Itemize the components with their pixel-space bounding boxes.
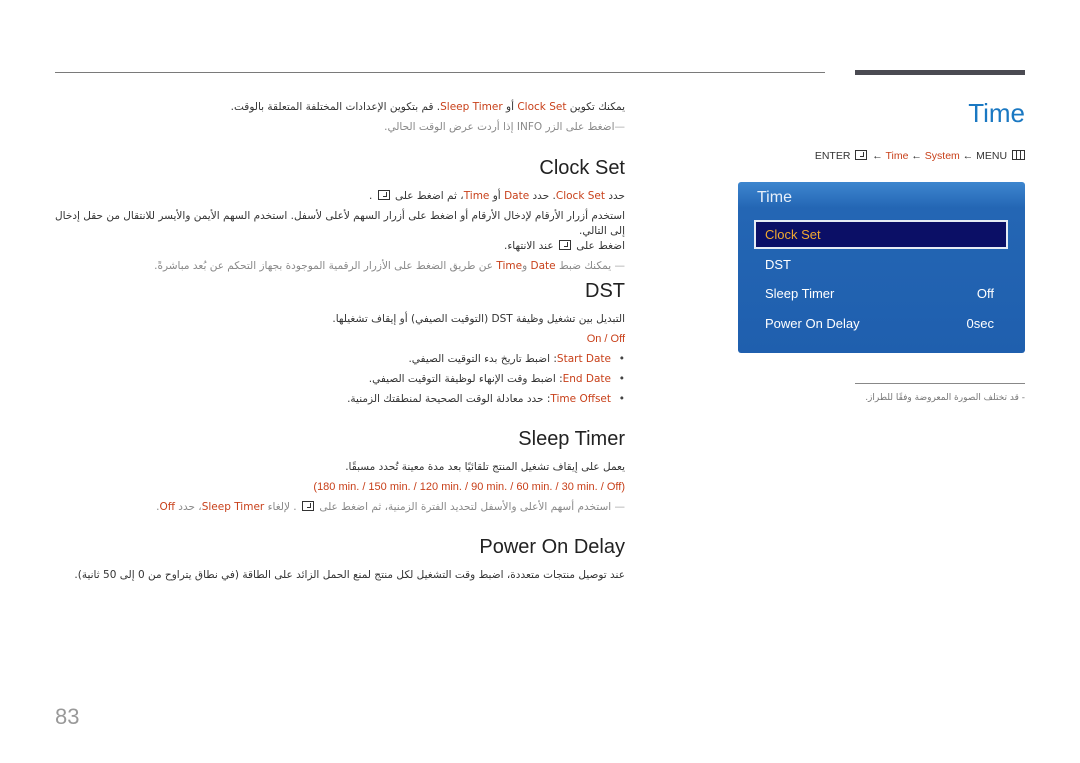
osd-item-value: Off — [976, 286, 994, 301]
dst-options: On / Off — [586, 333, 625, 345]
clock-set-step-1: حدد Clock Set. حدد Date أو Time، ثم اضغط… — [368, 190, 625, 202]
arrow-icon: ← — [911, 150, 922, 162]
clock-set-section: حدد Clock Set. حدد Date أو Time، ثم اضغط… — [45, 186, 625, 276]
osd-time-menu: Time Clock Set DST Sleep Timer Off Power… — [738, 182, 1025, 353]
dst-bullets: Start Date: اضبط تاريخ بدء التوقيت الصيف… — [45, 349, 625, 409]
nav-time: Time — [885, 150, 909, 162]
osd-item-label: Clock Set — [765, 227, 821, 242]
osd-item-clock-set[interactable]: Clock Set — [754, 220, 1008, 249]
header-accent-bar — [855, 70, 1025, 75]
arrow-icon: ← — [962, 150, 974, 162]
heading-sleep-timer: Sleep Timer — [518, 428, 625, 450]
menu-navigation-path: ENTER ← Time ← System ← MENU — [815, 150, 1025, 162]
heading-dst: DST — [585, 280, 625, 302]
osd-item-label: Power On Delay — [765, 316, 860, 331]
sleep-timer-description: يعمل على إيقاف تشغيل المنتج تلقائيًا بعد… — [345, 461, 625, 473]
bullet-time-offset: Time Offset: حدد معادلة الوقت الصحيحة لم… — [45, 389, 625, 409]
intro-section: يمكنك تكوين Clock Set أو Sleep Timer. قم… — [45, 97, 625, 137]
osd-title: Time — [757, 189, 792, 206]
bullet-end-date: End Date: اضبط وقت الإنهاء لوظيفة التوقي… — [45, 369, 625, 389]
section-title: Time — [968, 98, 1025, 128]
intro-paragraph: يمكنك تكوين Clock Set أو Sleep Timer. قم… — [230, 101, 625, 113]
info-note: اضغط على الزر INFO إذا أردت عرض الوقت ال… — [45, 117, 625, 137]
bullet-start-date: Start Date: اضبط تاريخ بدء التوقيت الصيف… — [45, 349, 625, 369]
power-on-delay-description: عند توصيل منتجات متعددة، اضبط وقت التشغي… — [74, 569, 625, 581]
model-disclaimer-note: - قد تختلف الصورة المعروضة وفقًا للطراز. — [865, 393, 1025, 403]
osd-item-label: DST — [765, 257, 791, 272]
osd-item-sleep-timer[interactable]: Sleep Timer Off — [754, 281, 1008, 307]
dst-section: التبديل بين تشغيل وظيفة DST (التوقيت الص… — [45, 309, 625, 409]
sleep-timer-section: يعمل على إيقاف تشغيل المنتج تلقائيًا بعد… — [45, 457, 625, 517]
heading-clock-set: Clock Set — [539, 157, 625, 179]
menu-icon — [1012, 150, 1025, 160]
enter-icon — [301, 501, 314, 511]
link-sleep-timer: Sleep Timer — [440, 101, 503, 113]
sleep-timer-note: استخدم أسهم الأعلى والأسفل لتحديد الفترة… — [45, 497, 625, 517]
nav-enter-label: ENTER — [814, 150, 851, 162]
arrow-icon: ← — [872, 150, 883, 162]
osd-item-value: 0sec — [966, 316, 994, 331]
nav-menu: MENU — [976, 150, 1008, 162]
power-on-delay-section: عند توصيل منتجات متعددة، اضبط وقت التشغي… — [45, 565, 625, 585]
sleep-timer-options: (180 min. / 150 min. / 120 min. / 90 min… — [313, 481, 625, 493]
dst-description: التبديل بين تشغيل وظيفة DST (التوقيت الص… — [332, 313, 625, 325]
osd-item-label: Sleep Timer — [765, 286, 835, 301]
enter-icon — [377, 190, 390, 200]
heading-power-on-delay: Power On Delay — [479, 536, 625, 558]
side-divider — [855, 383, 1025, 384]
link-clock-set: Clock Set — [517, 101, 567, 113]
header-rule — [55, 72, 825, 73]
osd-item-dst[interactable]: DST — [754, 252, 1008, 278]
nav-system: System — [924, 150, 960, 162]
page-number: 83 — [55, 704, 80, 729]
enter-icon — [558, 240, 571, 250]
osd-item-power-on-delay[interactable]: Power On Delay 0sec — [754, 311, 1008, 337]
clock-set-step-2: استخدم أزرار الأرقام لإدخال الأرقام أو ا… — [55, 210, 625, 252]
enter-icon — [855, 150, 868, 160]
clock-set-note: يمكنك ضبط Date وTime عن طريق الضغط على ا… — [45, 256, 625, 276]
